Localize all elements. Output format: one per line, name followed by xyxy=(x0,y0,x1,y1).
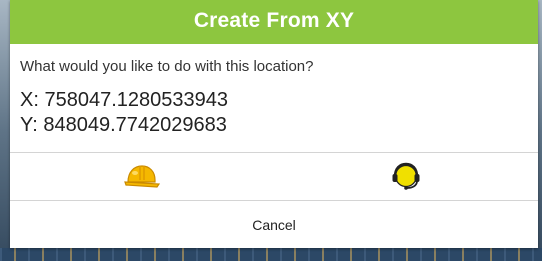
y-coordinate: Y: 848049.7742029683 xyxy=(20,114,227,136)
action-row xyxy=(10,153,538,199)
hard-hat-button[interactable] xyxy=(10,153,274,199)
coordinates: X: 758047.1280533943 Y: 848049.774202968… xyxy=(10,80,538,138)
headset-icon xyxy=(392,162,420,190)
hard-hat-icon xyxy=(124,165,160,188)
dialog-title: Create From XY xyxy=(10,0,538,44)
cancel-button[interactable]: Cancel xyxy=(10,201,538,248)
x-coordinate: X: 758047.1280533943 xyxy=(20,89,228,111)
dialog-message: What would you like to do with this loca… xyxy=(20,58,314,75)
map-background-bottom xyxy=(0,248,542,261)
headset-button[interactable] xyxy=(274,153,538,199)
create-from-xy-dialog: Create From XY What would you like to do… xyxy=(10,0,538,248)
map-background-right xyxy=(538,0,542,261)
map-background-left xyxy=(0,0,10,261)
